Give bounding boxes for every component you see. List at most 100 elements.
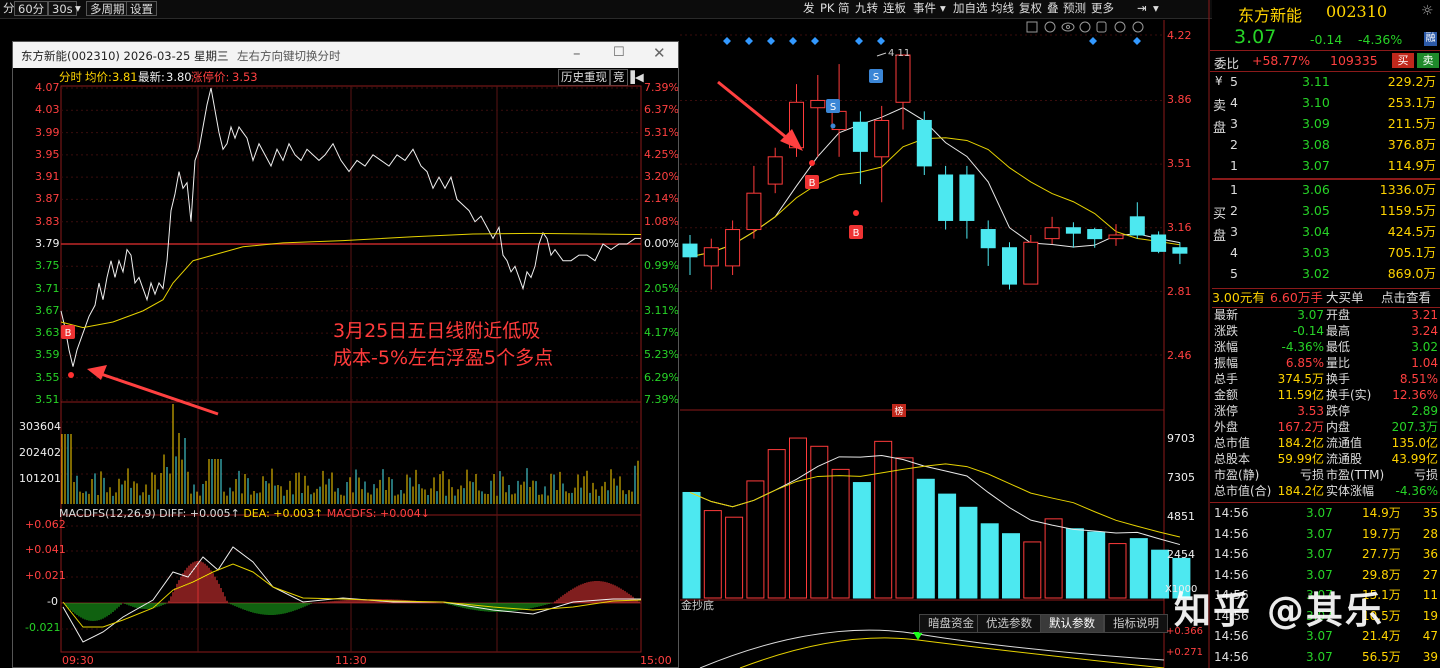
intraday-popup: 东方新能(002310) 2026-03-25 星期三 左右方向键切换分时 – … <box>12 41 679 668</box>
tick-time: 14:56 <box>1214 506 1249 520</box>
ask-row: 4 3.10 253.1万 <box>1212 93 1440 113</box>
indicator-tick: +0.271 <box>1166 647 1204 658</box>
tick-count: 47 <box>1422 629 1438 643</box>
tick-row: 14:56 3.07 14.9万 35 <box>1212 503 1440 523</box>
price-tick: 3.67 <box>35 303 60 317</box>
stat-value: 亏损 <box>1413 468 1438 482</box>
stat-row: 市盈(静) 亏损 市盈(TTM) 亏损 <box>1212 467 1440 483</box>
stat-key: 涨停 <box>1214 404 1239 418</box>
book-volume: 211.5万 <box>1387 116 1436 131</box>
price-tick: 3.79 <box>35 237 60 250</box>
pct-tick: 3.20% <box>644 170 679 184</box>
tick-count: 27 <box>1422 567 1438 582</box>
stat-key: 换手 <box>1326 372 1351 386</box>
stat-value: 8.51% <box>1399 372 1438 386</box>
macd-macdfs: MACDFS: +0.004↓ <box>326 507 430 520</box>
book-price: 3.11 <box>1302 74 1330 89</box>
macd-title: MACDFS(12,26,9) <box>59 507 156 520</box>
volume-bar <box>916 478 935 599</box>
price-tick: 3.99 <box>35 125 60 139</box>
macd-dea-line <box>62 563 642 628</box>
big-order-link[interactable]: 点击查看 <box>1381 289 1431 307</box>
tick-volume: 19.7万 <box>1362 526 1401 541</box>
bid-row: 4 3.03 705.1万 <box>1212 243 1440 263</box>
stat-key: 流通值 <box>1326 436 1363 450</box>
price-change: -0.14 <box>1310 32 1343 47</box>
settings-icon[interactable]: ☼ <box>1421 3 1434 19</box>
tab-default-params[interactable]: 默认参数 <box>1040 614 1104 633</box>
stat-value: 135.0亿 <box>1391 436 1438 450</box>
price-tick: 3.55 <box>35 370 60 384</box>
stat-value: 3.53 <box>1297 404 1324 418</box>
macd-tick: +0.041 <box>25 543 66 556</box>
book-level: 3 <box>1230 116 1238 131</box>
book-level: 4 <box>1230 245 1238 260</box>
stat-value: 1.04 <box>1411 356 1438 370</box>
volume-bars <box>61 404 639 504</box>
tab-dark-pool[interactable]: 暗盘资金 <box>919 614 983 633</box>
stat-value: 3.24 <box>1411 324 1438 338</box>
stat-row: 总市值(合) 184.2亿 实体涨幅 -4.36% <box>1212 483 1440 499</box>
stat-value: 3.07 <box>1297 308 1324 322</box>
stat-key: 流通股 <box>1326 452 1363 466</box>
volume-bar <box>789 437 807 599</box>
price-line: 3.07 -0.14 -4.36% 融 <box>1212 26 1440 50</box>
stat-row: 涨跌 -0.14 最高 3.24 <box>1212 323 1440 339</box>
volume-tick: 2454 <box>1167 548 1195 561</box>
pct-tick: 4.25% <box>644 147 679 161</box>
weicha-value: 109335 <box>1330 53 1378 68</box>
candle <box>874 105 890 203</box>
tick-row: 14:56 3.07 27.7万 36 <box>1212 544 1440 564</box>
price-tick: 2.81 <box>1167 285 1192 298</box>
stat-key: 市盈(静) <box>1214 468 1260 482</box>
big-order-row[interactable]: 3.00元有 6.60万手 大买单 点击查看 <box>1212 288 1440 308</box>
book-level: 5 <box>1230 266 1238 281</box>
stat-value: -0.14 <box>1292 324 1324 338</box>
macd-tick: -0.021 <box>25 621 61 634</box>
stat-value: 12.36% <box>1392 388 1438 402</box>
volume-bar <box>1044 518 1063 599</box>
book-volume: 253.1万 <box>1387 95 1436 110</box>
stat-key: 实体涨幅 <box>1326 484 1375 498</box>
weibi-label: 委比 <box>1214 56 1240 71</box>
volume-bar <box>1002 533 1020 599</box>
book-level: 5 <box>1230 74 1238 89</box>
ask-row: 3 3.09 211.5万 <box>1212 114 1440 134</box>
sell-button[interactable]: 卖 <box>1417 53 1439 68</box>
stat-row: 总股本 59.99亿 流通股 43.99亿 <box>1212 451 1440 467</box>
tab-indicator-help[interactable]: 指标说明 <box>1104 614 1168 633</box>
tick-count: 11 <box>1422 588 1438 602</box>
macd-tick: -0 <box>47 595 58 608</box>
tick-volume: 14.9万 <box>1362 506 1401 520</box>
buy-side-label: 买盘 <box>1213 204 1226 248</box>
stat-value: 11.59亿 <box>1277 388 1324 402</box>
stat-key: 开盘 <box>1326 308 1351 322</box>
signal-diamond <box>1133 37 1141 45</box>
stat-key: 振幅 <box>1214 356 1239 370</box>
price-tick: 3.87 <box>35 192 60 206</box>
moving-average-line <box>689 137 1180 258</box>
candle <box>895 54 911 130</box>
stat-value: 184.2亿 <box>1277 436 1324 450</box>
high-label: 4.11 <box>876 48 910 59</box>
buy-button[interactable]: 买 <box>1392 53 1414 68</box>
tab-optimized-params[interactable]: 优选参数 <box>977 614 1041 633</box>
annotation-line: 成本-5%左右浮盈5个多点 <box>333 347 554 369</box>
tick-time: 14:56 <box>1214 526 1249 541</box>
svg-text:B: B <box>809 178 816 189</box>
buy-marker: B <box>61 325 75 378</box>
candle <box>767 147 783 194</box>
tick-price: 3.07 <box>1306 547 1333 561</box>
candle <box>746 165 762 239</box>
candle <box>682 235 698 275</box>
stat-row: 外盘 167.2万 内盘 207.3万 <box>1212 419 1440 435</box>
signal-diamond <box>1089 37 1097 45</box>
book-level: 3 <box>1230 224 1238 239</box>
book-volume: 229.2万 <box>1387 74 1436 89</box>
svg-text:榜: 榜 <box>894 405 903 417</box>
arrow-down-icon <box>913 632 923 640</box>
ask-row: 5 3.11 229.2万 <box>1212 72 1440 92</box>
candle <box>703 238 719 290</box>
volume-tick: 303604 <box>19 420 61 433</box>
annotation-line: 3月25日五日线附近低吸 <box>333 320 541 342</box>
